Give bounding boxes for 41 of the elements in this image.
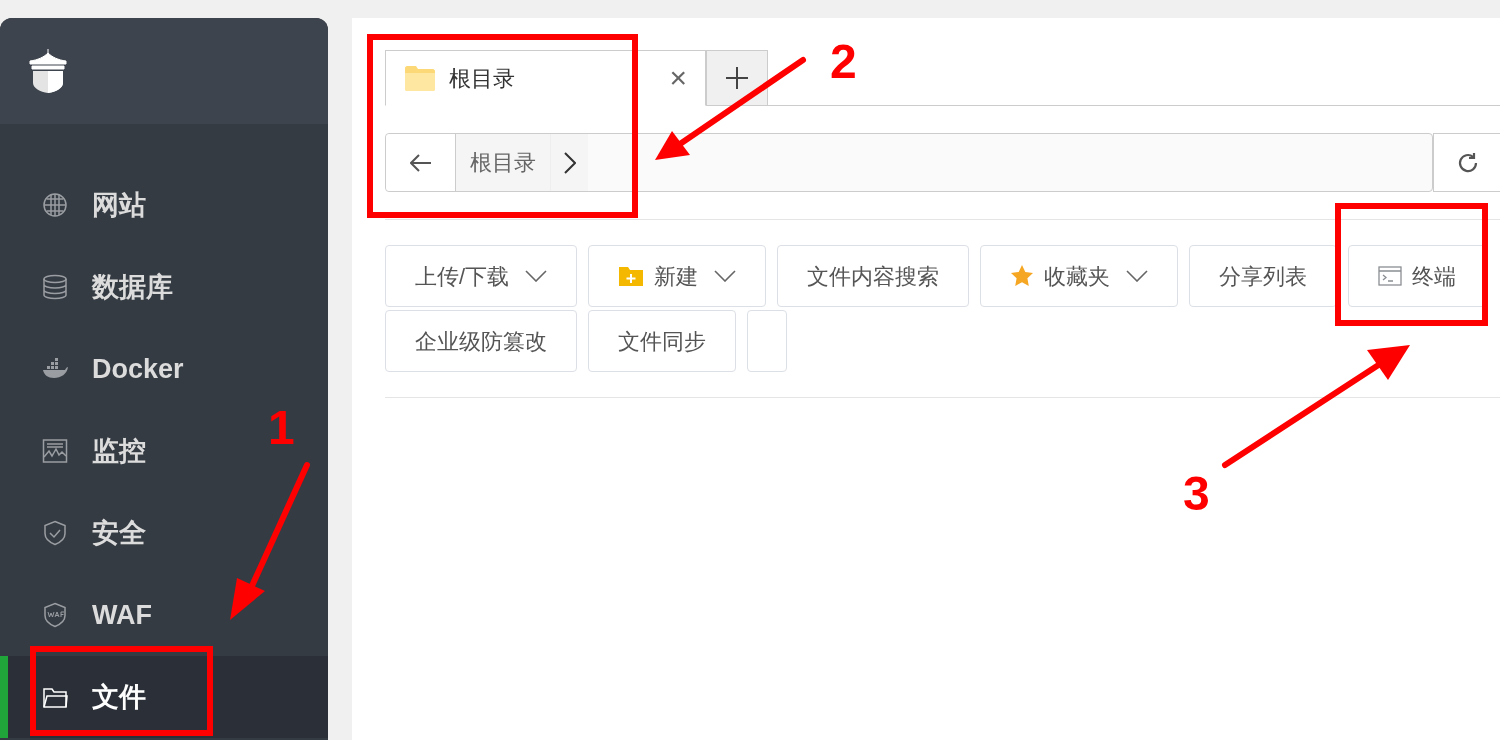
toolbar-button[interactable]: 企业级防篡改: [385, 310, 577, 372]
annotation-number: 2: [830, 38, 857, 86]
nav-item[interactable]: WAF: [0, 574, 230, 656]
toolbar-button[interactable]: 文件同步: [588, 310, 736, 372]
toolbar-button[interactable]: 新建: [588, 245, 767, 307]
nav-item[interactable]: Docker: [0, 328, 230, 410]
nav-item[interactable]: 网站: [0, 164, 230, 246]
nav-item[interactable]: 安全: [0, 492, 230, 574]
chevron-right-button[interactable]: [550, 134, 588, 191]
folder-tab[interactable]: 根目录 ×: [385, 50, 706, 106]
refresh-button[interactable]: [1433, 133, 1500, 192]
toolbar-button[interactable]: 上传/下载: [385, 245, 578, 307]
back-button[interactable]: [386, 134, 456, 191]
folder-icon: [404, 65, 436, 91]
refresh-icon: [1456, 150, 1480, 175]
waf-shield-icon: [42, 602, 68, 628]
nav-item[interactable]: 数据库: [0, 246, 230, 328]
database-icon: [42, 274, 68, 300]
chevron-down-icon: [714, 270, 737, 282]
annotation-number: 1: [268, 404, 295, 452]
chevron-down-icon: [525, 270, 548, 282]
shield-check-icon: [42, 520, 68, 546]
chart-monitor-icon: [42, 438, 68, 464]
back-arrow-icon: [409, 153, 432, 172]
new-folder-icon: [618, 265, 645, 287]
star-icon: [1010, 264, 1035, 288]
chevron-right-icon: [563, 151, 576, 174]
toolbar-button[interactable]: 分享列表: [1189, 245, 1338, 307]
chevron-down-icon: [1126, 270, 1149, 282]
add-tab-button[interactable]: [706, 50, 768, 106]
breadcrumb-link[interactable]: 根目录: [456, 134, 550, 191]
castle-logo: [28, 49, 68, 93]
plus-icon: [725, 66, 749, 90]
nav-item[interactable]: 监控: [0, 410, 230, 492]
globe-icon: [42, 192, 68, 218]
close-button[interactable]: ×: [669, 63, 687, 93]
annotation-number: 3: [1183, 470, 1210, 518]
toolbar-button[interactable]: 收藏夹: [980, 245, 1179, 307]
nav-item[interactable]: 文件: [0, 656, 328, 738]
toolbar-button[interactable]: 文件内容搜索: [777, 245, 970, 307]
terminal-icon: [1378, 266, 1403, 286]
